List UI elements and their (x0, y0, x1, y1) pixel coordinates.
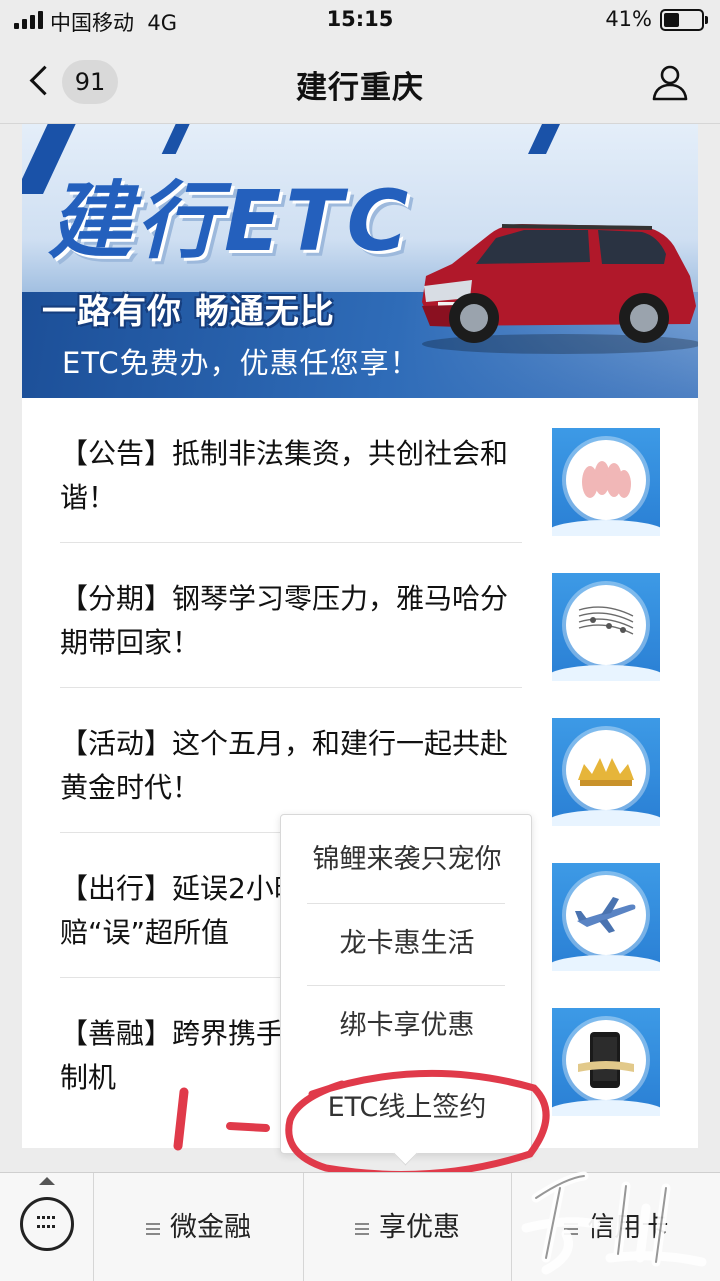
article-item[interactable]: 【分期】钢琴学习零压力，雅马哈分期带回家！ (22, 543, 698, 688)
person-icon[interactable] (650, 62, 690, 102)
banner-decoration (528, 124, 574, 154)
status-bar: 中国移动 4G 15:15 41% (0, 0, 720, 40)
article-title: 【分期】钢琴学习零压力，雅马哈分期带回家！ (60, 582, 509, 659)
keyboard-toggle-button[interactable] (0, 1173, 94, 1281)
menu-lines-icon (146, 1223, 160, 1235)
article-thumbnail (552, 428, 660, 536)
menu-item-bind-card[interactable]: 绑卡享优惠 (281, 985, 533, 1067)
article-item[interactable]: 【活动】这个五月，和建行一起共赴黄金时代！ (22, 688, 698, 833)
menu-item-koi[interactable]: 锦鲤来袭只宠你 (281, 819, 533, 901)
menu-tab-label: 微金融 (170, 1212, 251, 1243)
menu-tab-micro-finance[interactable]: 微金融 (94, 1173, 304, 1281)
caret-up-icon (39, 1177, 55, 1185)
page-title: 建行重庆 (296, 70, 424, 106)
airplane-icon (566, 875, 646, 955)
battery-percent: 41% (605, 7, 652, 31)
music-notes-icon (566, 585, 646, 665)
menu-tab-label: 信用卡 (587, 1212, 669, 1243)
article-item[interactable]: 【公告】抵制非法集资，共创社会和谐！ (22, 398, 698, 543)
article-thumbnail (552, 1008, 660, 1116)
banner-slogan: 一路有你 畅通无比 (42, 292, 335, 332)
phone-icon (566, 1020, 646, 1100)
battery-icon (660, 9, 708, 31)
menu-tab-credit-card[interactable]: 信用卡 (512, 1173, 720, 1281)
keyboard-icon (20, 1197, 74, 1251)
nav-bar: 91 建行重庆 (0, 40, 720, 124)
article-thumbnail (552, 573, 660, 681)
banner-title: 建行ETC (48, 172, 413, 270)
banner-decoration (161, 124, 209, 154)
article-title: 【活动】这个五月，和建行一起共赴黄金时代！ (60, 727, 509, 804)
article-title: 【公告】抵制非法集资，共创社会和谐！ (60, 437, 509, 514)
menu-lines-icon (563, 1223, 578, 1235)
banner-subtitle: ETC免费办，优惠任您享！ (62, 346, 420, 380)
article-thumbnail (552, 863, 660, 971)
article-thumbnail (552, 718, 660, 826)
menu-tab-discounts[interactable]: 享优惠 (304, 1173, 512, 1281)
gold-crown-icon (566, 730, 646, 810)
hands-icon (566, 440, 646, 520)
menu-tab-label: 享优惠 (379, 1212, 460, 1243)
popup-menu: 锦鲤来袭只宠你 龙卡惠生活 绑卡享优惠 ETC线上签约 (280, 814, 532, 1154)
menu-item-etc-online-signup[interactable]: ETC线上签约 (281, 1067, 533, 1149)
bottom-menu-bar: 微金融 享优惠 信用卡 (0, 1172, 720, 1281)
etc-banner[interactable]: 建行ETC 一路有你 畅通无比 ETC免费办，优惠任您享！ (22, 124, 698, 398)
menu-item-dragon-card-life[interactable]: 龙卡惠生活 (281, 903, 533, 985)
menu-lines-icon (355, 1223, 369, 1235)
red-suv-car-image (422, 224, 698, 354)
